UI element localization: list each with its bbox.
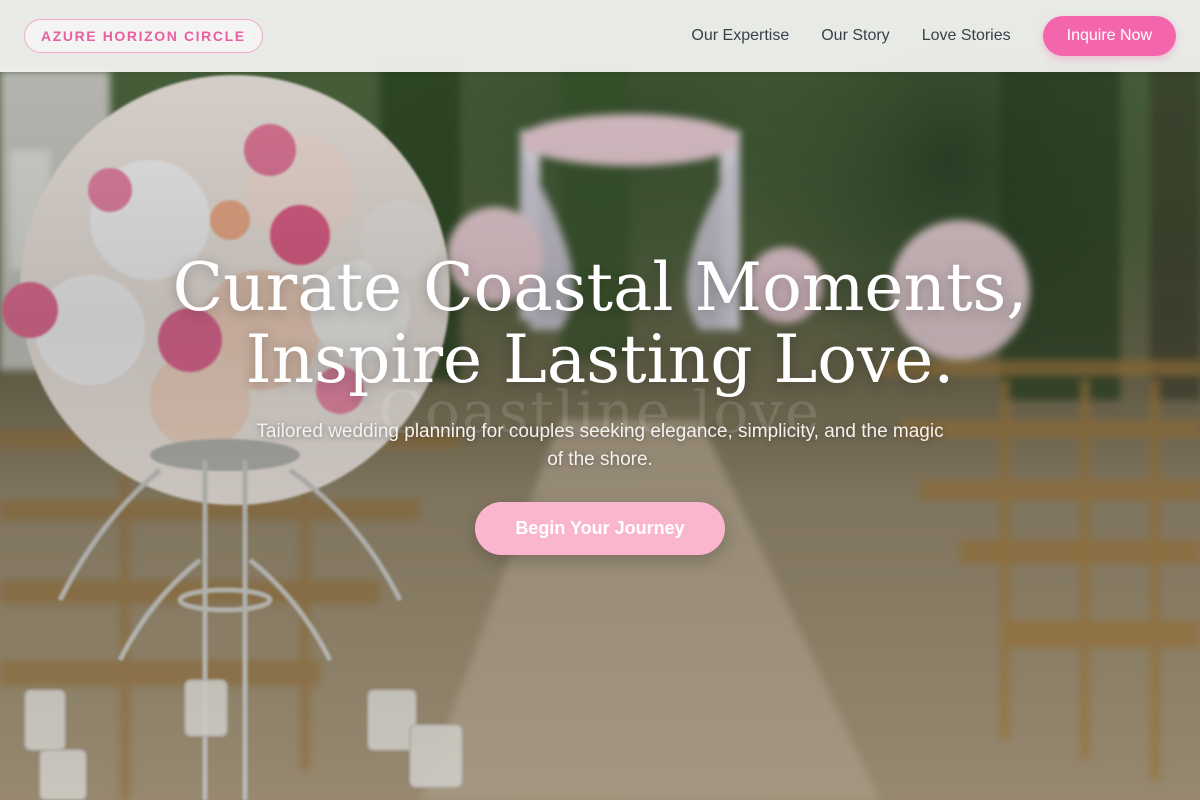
hero-headline-line-1: Curate Coastal Moments, [172,249,1028,326]
brand-logo[interactable]: AZURE HORIZON CIRCLE [24,19,263,53]
main-nav: Our Expertise Our Story Love Stories Inq… [659,16,1176,56]
nav-link-our-expertise[interactable]: Our Expertise [691,27,789,45]
nav-link-our-story[interactable]: Our Story [821,27,889,45]
nav-link-love-stories[interactable]: Love Stories [922,27,1011,45]
site-header: AZURE HORIZON CIRCLE Our Expertise Our S… [0,0,1200,72]
hero-content: Curate Coastal Moments, Inspire Lasting … [0,252,1200,555]
begin-journey-button[interactable]: Begin Your Journey [475,502,725,555]
hero-subtitle: Tailored wedding planning for couples se… [256,421,944,470]
inquire-now-button[interactable]: Inquire Now [1042,16,1176,56]
hero-headline: Curate Coastal Moments, Inspire Lasting … [0,252,1200,396]
hero-headline-line-2: Inspire Lasting Love. [245,321,955,398]
